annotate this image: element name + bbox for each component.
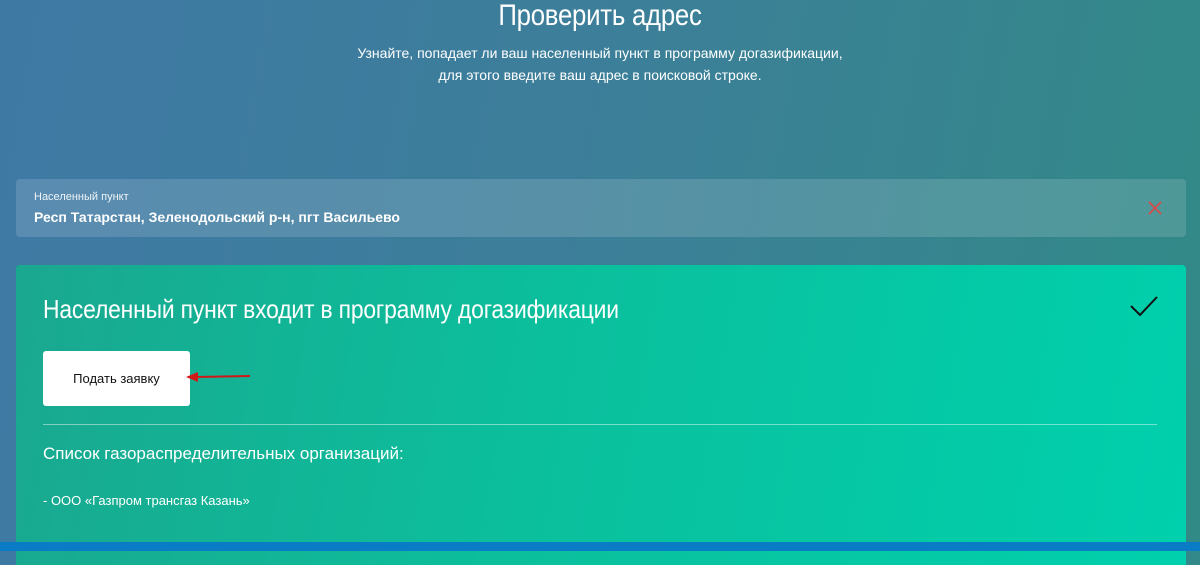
- search-field-label: Населенный пункт: [34, 191, 129, 203]
- result-title: Населенный пункт входит в программу дога…: [43, 294, 619, 324]
- orgs-heading: Список газораспределительных организаций…: [43, 444, 404, 463]
- address-search-field[interactable]: Населенный пункт Респ Татарстан, Зеленод…: [16, 179, 1186, 237]
- search-field-value[interactable]: Респ Татарстан, Зеленодольский р-н, пгт …: [34, 209, 400, 225]
- divider: [43, 424, 1157, 425]
- subtitle-line-1: Узнайте, попадает ли ваш населенный пунк…: [357, 45, 843, 61]
- page-title: Проверить адрес: [498, 0, 702, 32]
- result-card: Населенный пункт входит в программу дога…: [16, 265, 1186, 565]
- bottom-bar: [0, 542, 1200, 551]
- apply-button[interactable]: Подать заявку: [43, 351, 190, 406]
- org-list-item: - ООО «Газпром трансгаз Казань»: [43, 493, 250, 508]
- arrow-left-icon: [186, 372, 251, 382]
- subtitle-line-2: для этого введите ваш адрес в поисковой …: [438, 67, 762, 83]
- page-subtitle: Узнайте, попадает ли ваш населенный пунк…: [0, 42, 1200, 86]
- check-icon: [1130, 296, 1158, 317]
- close-icon[interactable]: [1146, 199, 1164, 217]
